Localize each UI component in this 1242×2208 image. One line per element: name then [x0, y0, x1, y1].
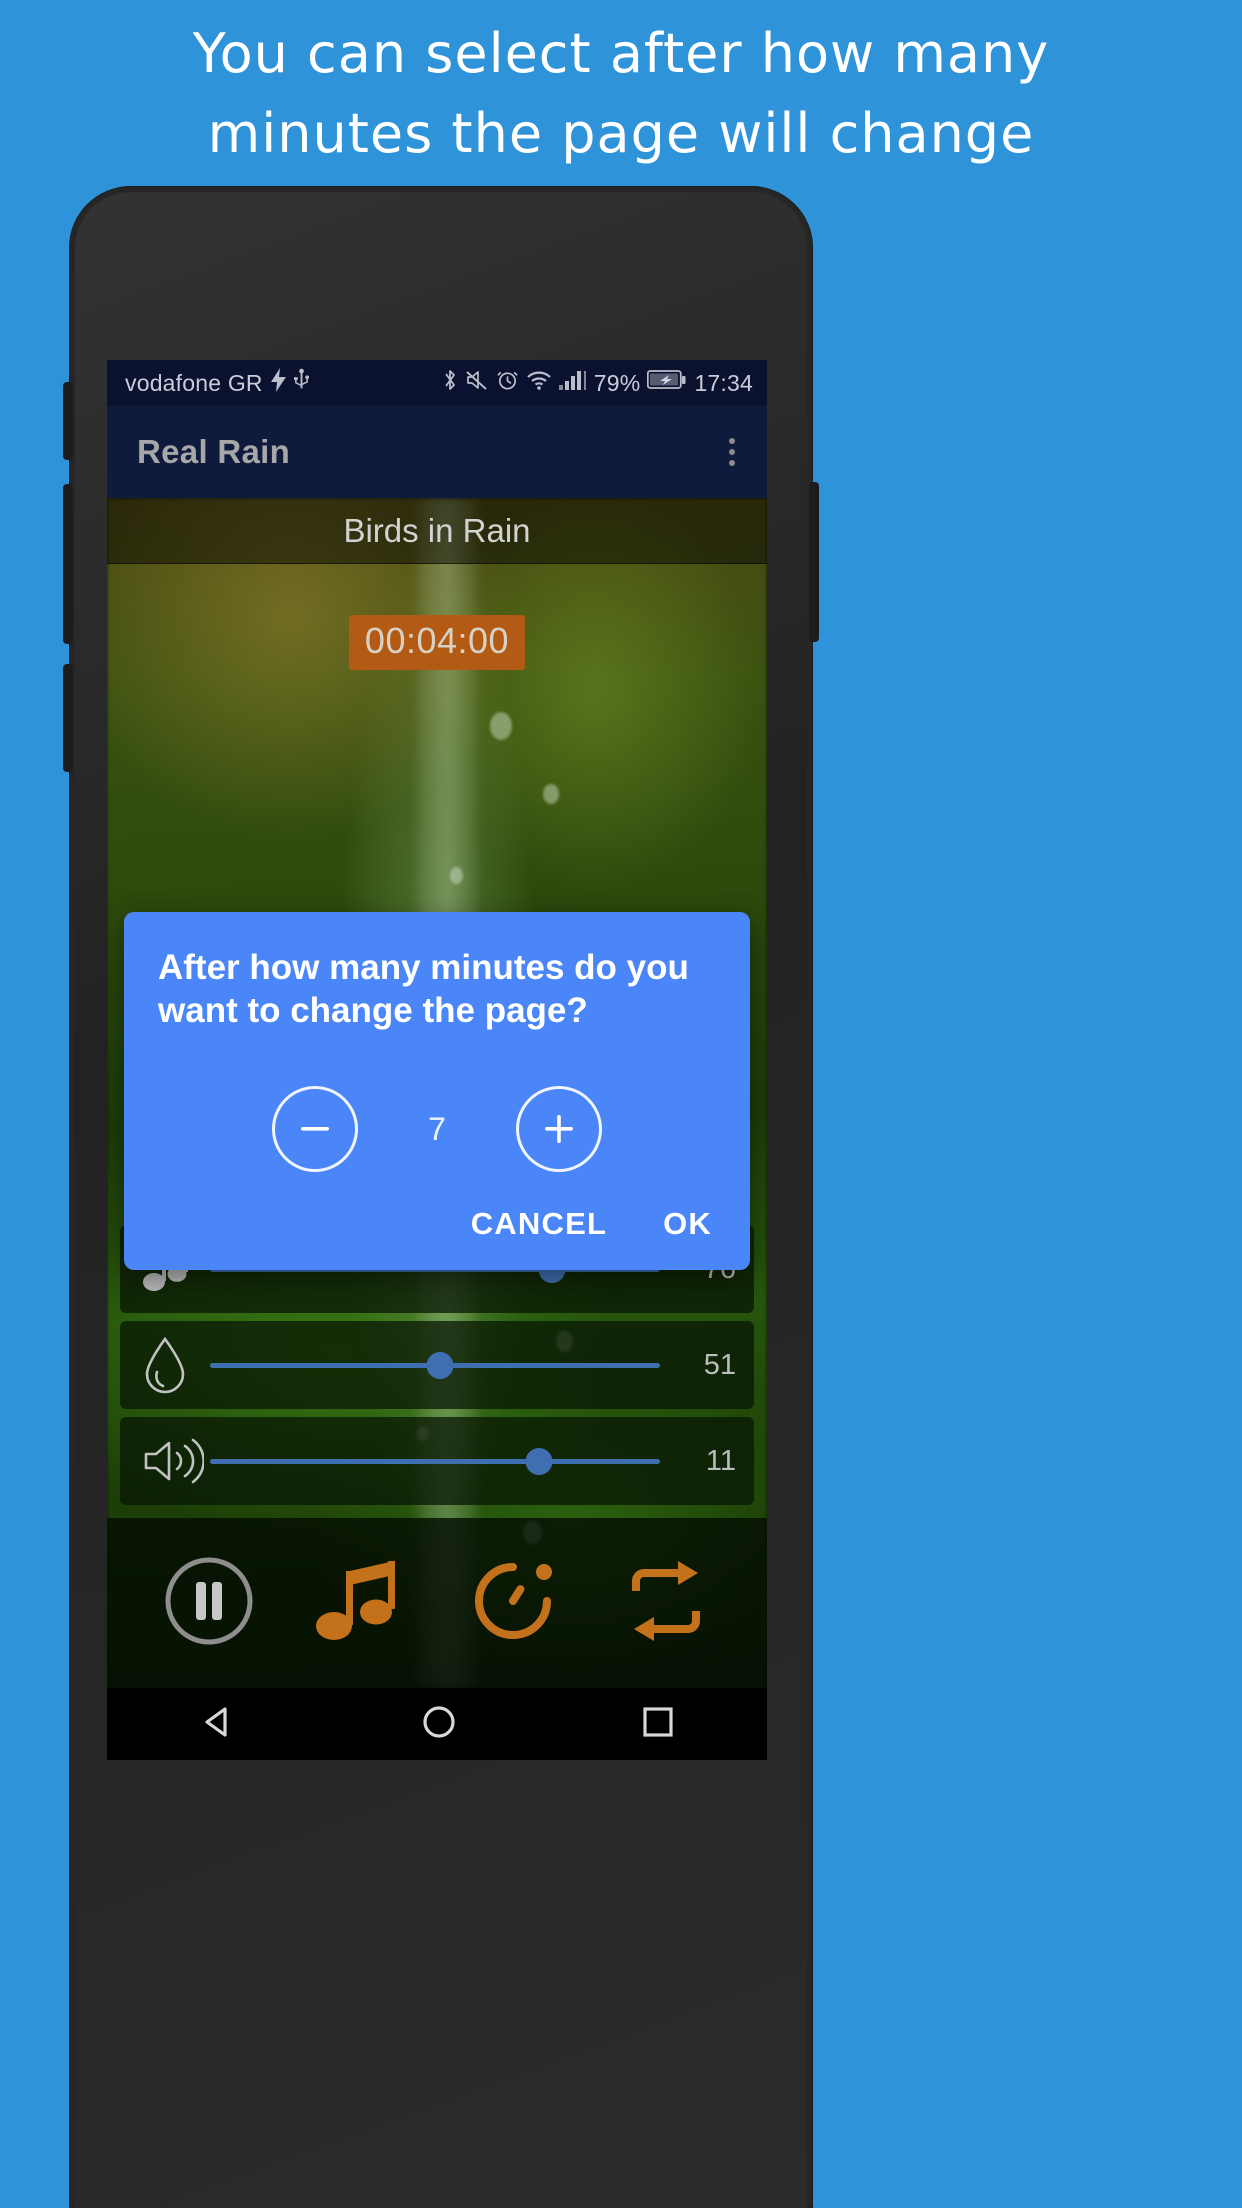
player-content: Birds in Rain 00:04:00 51 11 After how m… [107, 498, 767, 1688]
phone-button-left-2 [63, 484, 73, 644]
speaker-volume-icon [142, 1436, 204, 1486]
charging-bolt-icon [270, 368, 286, 398]
slider-row-rain[interactable]: 51 [120, 1321, 754, 1409]
promo-headline-line-2: minutes the page will change [207, 102, 1035, 165]
overflow-menu-icon[interactable] [721, 430, 743, 474]
recents-square-icon[interactable] [641, 1705, 675, 1744]
timer-icon[interactable] [465, 1553, 561, 1654]
wifi-icon [526, 368, 552, 398]
music-library-icon[interactable] [314, 1555, 406, 1652]
ok-button[interactable]: OK [663, 1206, 712, 1242]
usb-icon [293, 368, 309, 398]
phone-screen: vodafone GR 79% 17:34 Real Rain Birds in… [107, 360, 767, 1688]
status-bar-left: vodafone GR [125, 368, 442, 398]
app-title: Real Rain [137, 433, 291, 470]
plus-icon[interactable] [516, 1086, 602, 1172]
clock-label: 17:34 [694, 369, 753, 396]
promo-headline-line-1: You can select after how many [192, 22, 1050, 85]
pause-button-icon[interactable] [163, 1555, 255, 1652]
slider-value-volume: 11 [705, 1444, 736, 1477]
minus-icon[interactable] [272, 1086, 358, 1172]
slider-thumb-rain[interactable] [426, 1351, 453, 1379]
mute-icon [465, 368, 489, 398]
battery-percent-label: 79% [593, 369, 641, 396]
scene-title: Birds in Rain [343, 511, 531, 549]
slider-value-rain: 51 [703, 1348, 736, 1381]
phone-button-left-1 [63, 382, 73, 460]
minutes-stepper: 7 [158, 1086, 716, 1172]
water-drop-icon [142, 1336, 204, 1394]
phone-button-left-3 [63, 664, 73, 772]
dialog-actions: CANCEL OK [158, 1206, 716, 1252]
android-nav-bar [107, 1688, 767, 1760]
back-triangle-icon[interactable] [199, 1703, 237, 1746]
repeat-icon[interactable] [620, 1557, 712, 1650]
scene-title-bar: Birds in Rain [107, 498, 767, 564]
cancel-button[interactable]: CANCEL [471, 1206, 607, 1242]
home-circle-icon[interactable] [420, 1703, 458, 1746]
carrier-label: vodafone GR [125, 369, 263, 396]
dialog-title: After how many minutes do you want to ch… [158, 948, 689, 1030]
promo-headline: You can select after how many minutes th… [0, 14, 1242, 174]
slider-thumb-volume[interactable] [525, 1447, 552, 1475]
app-bar: Real Rain [107, 406, 767, 498]
media-controls [107, 1518, 767, 1688]
status-bar: vodafone GR 79% 17:34 [107, 360, 767, 406]
change-page-dialog: After how many minutes do you want to ch… [124, 912, 750, 1270]
bluetooth-icon [442, 368, 458, 398]
slider-track-volume[interactable] [210, 1446, 660, 1476]
slider-row-volume[interactable]: 11 [120, 1417, 754, 1505]
stepper-value: 7 [428, 1110, 446, 1147]
phone-button-right-1 [809, 482, 819, 642]
signal-icon [558, 368, 587, 398]
phone-mockup: vodafone GR 79% 17:34 Real Rain Birds in… [63, 186, 819, 2208]
slider-track-rain[interactable] [210, 1350, 660, 1380]
countdown-timer[interactable]: 00:04:00 [348, 615, 526, 670]
status-bar-right: 79% 17:34 [442, 368, 753, 398]
battery-icon [647, 369, 687, 397]
alarm-icon [496, 368, 519, 398]
